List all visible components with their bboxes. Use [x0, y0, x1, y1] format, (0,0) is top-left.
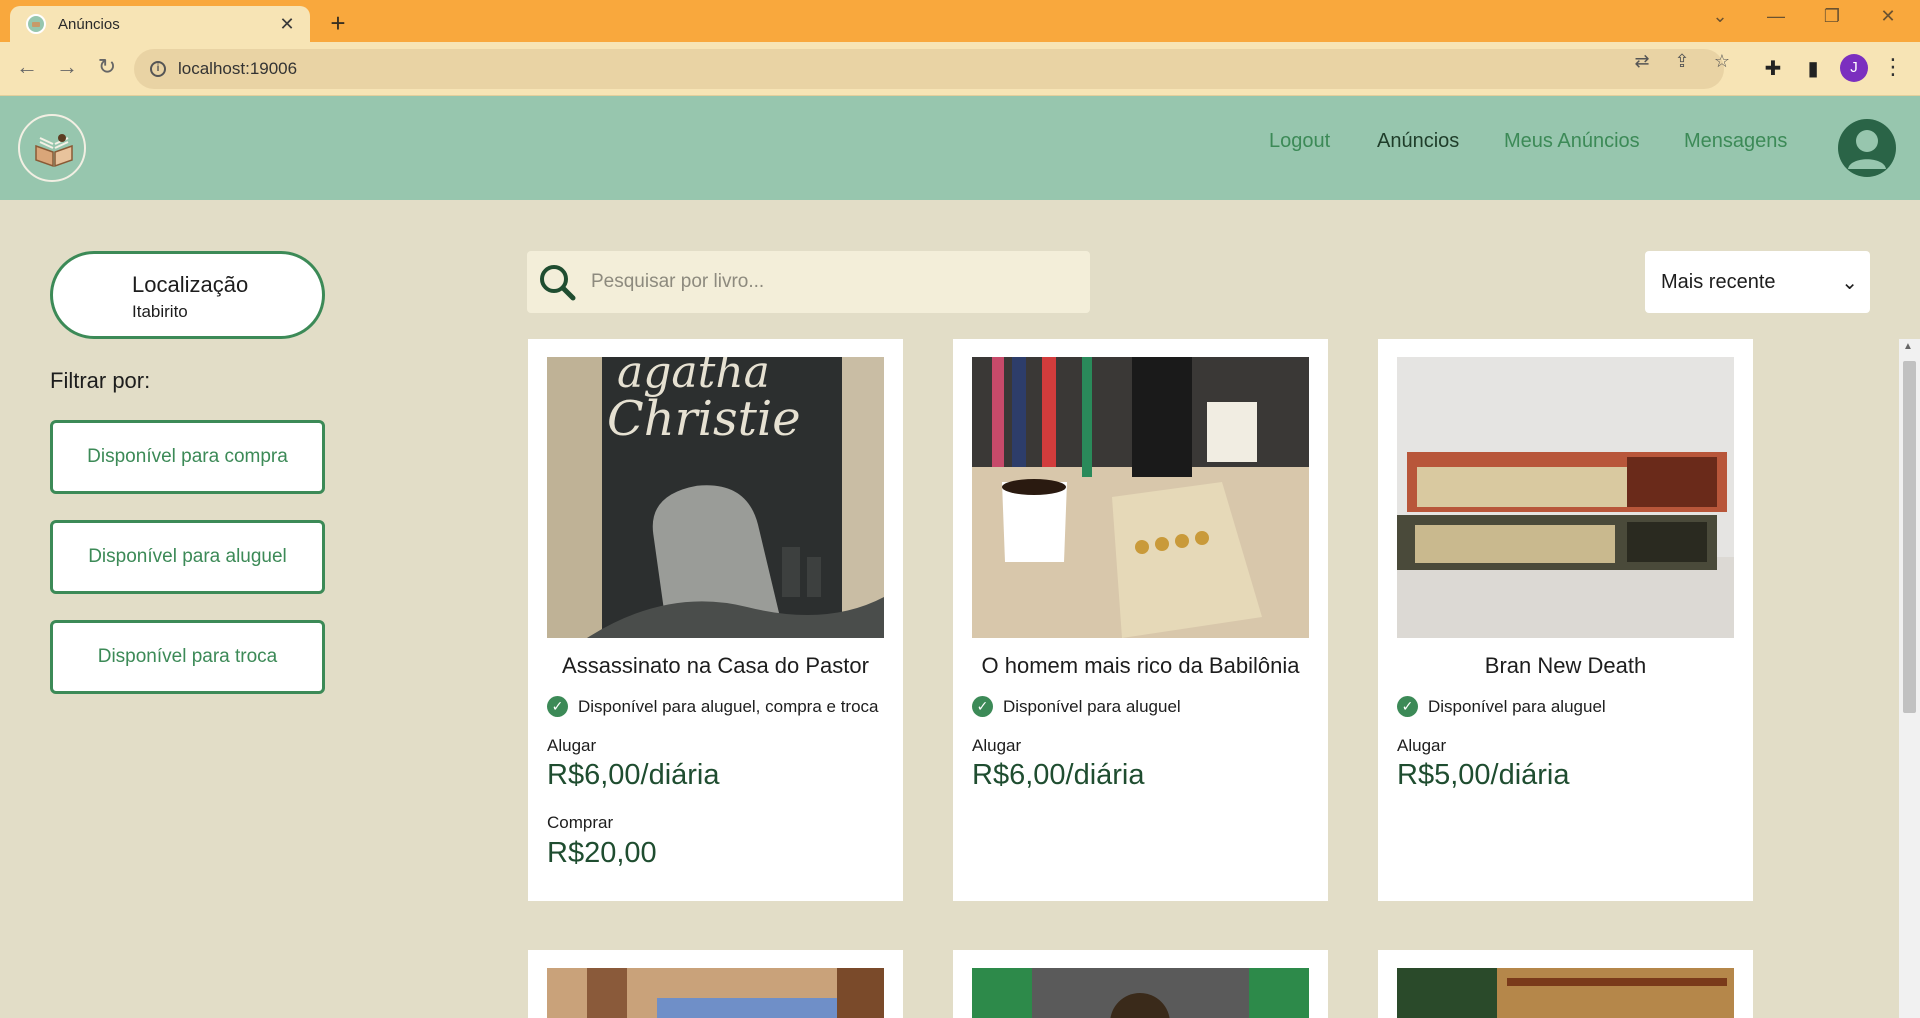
filter-heading: Filtrar por: — [50, 368, 151, 393]
filter-aluguel-button[interactable]: Disponível para aluguel — [50, 520, 325, 594]
browser-toolbar: ← → ↻ i localhost:19006 ⇄ ⇪ ☆ ✚ ▮ J ⋮ — [0, 42, 1920, 96]
book-cover-image: agatha Christie — [547, 357, 884, 638]
check-circle-icon: ✓ — [1397, 696, 1418, 717]
open-book-icon — [35, 134, 73, 168]
search-input[interactable] — [591, 271, 1071, 293]
filter-troca-button[interactable]: Disponível para troca — [50, 620, 325, 694]
tab-title: Anúncios — [58, 15, 120, 33]
filter-compra-button[interactable]: Disponível para compra — [50, 420, 325, 494]
profile-avatar[interactable]: J — [1840, 54, 1868, 82]
availability-text: Disponível para aluguel, compra e troca — [578, 696, 879, 716]
tab-list-icon[interactable]: ⌄ — [1700, 6, 1740, 27]
book-cover-image — [972, 357, 1309, 638]
listing-availability: ✓ Disponível para aluguel, compra e troc… — [547, 696, 879, 717]
share-icon[interactable]: ⇪ — [1670, 51, 1694, 72]
browser-tabbar: Anúncios ✕ + ⌄ — ❐ ✕ — [0, 0, 1920, 42]
location-selector[interactable]: Localização Itabirito — [50, 251, 325, 339]
search-bar — [527, 251, 1090, 313]
listing-card[interactable] — [528, 950, 903, 1018]
sort-select[interactable]: Mais recente ⌄ — [1645, 251, 1870, 313]
nav-anuncios[interactable]: Anúncios — [1377, 130, 1459, 153]
bookmark-star-icon[interactable]: ☆ — [1710, 51, 1734, 72]
location-title: Localização — [132, 272, 249, 297]
browser-tab[interactable]: Anúncios ✕ — [10, 6, 310, 42]
scrollbar-thumb[interactable] — [1903, 361, 1916, 713]
listing-card[interactable] — [1378, 950, 1753, 1018]
tab-favicon-icon — [26, 14, 46, 34]
sort-selected-value: Mais recente — [1661, 270, 1776, 293]
side-panel-icon[interactable]: ▮ — [1800, 56, 1826, 81]
book-cover-image — [547, 968, 884, 1018]
check-circle-icon: ✓ — [547, 696, 568, 717]
browser-menu-icon[interactable]: ⋮ — [1882, 54, 1904, 80]
logo[interactable] — [18, 114, 86, 182]
listing-card[interactable]: agatha Christie Assassinato na Casa do P… — [528, 339, 903, 901]
rent-label: Alugar — [972, 736, 1022, 755]
availability-text: Disponível para aluguel — [1428, 696, 1606, 716]
site-header: Logout Anúncios Meus Anúncios Mensagens — [0, 96, 1920, 200]
search-icon[interactable] — [537, 262, 577, 302]
listing-card[interactable] — [953, 950, 1328, 1018]
new-tab-button[interactable]: + — [324, 8, 352, 39]
reload-icon[interactable]: ↻ — [92, 54, 122, 80]
location-city: Itabirito — [132, 302, 188, 321]
buy-price: R$20,00 — [547, 837, 657, 869]
url-text: localhost:19006 — [178, 59, 298, 78]
chevron-down-icon: ⌄ — [1841, 271, 1858, 294]
minimize-button[interactable]: — — [1756, 6, 1796, 27]
nav-mensagens[interactable]: Mensagens — [1684, 130, 1787, 153]
site-info-icon[interactable]: i — [150, 61, 166, 77]
svg-text:Christie: Christie — [607, 391, 801, 447]
scroll-up-icon[interactable]: ▲ — [1903, 341, 1913, 352]
listing-title: Bran New Death — [1484, 653, 1647, 678]
buy-label: Comprar — [547, 813, 614, 832]
close-window-button[interactable]: ✕ — [1868, 6, 1908, 27]
user-circle-icon[interactable] — [1838, 119, 1896, 177]
back-icon[interactable]: ← — [12, 54, 42, 80]
forward-icon[interactable]: → — [52, 54, 82, 80]
tab-close-icon[interactable]: ✕ — [276, 14, 298, 35]
rent-price: R$5,00/diária — [1397, 759, 1570, 791]
check-circle-icon: ✓ — [972, 696, 993, 717]
listing-card[interactable]: O homem mais rico da Babilônia ✓ Disponí… — [953, 339, 1328, 901]
rent-label: Alugar — [547, 736, 597, 755]
rent-price: R$6,00/diária — [547, 759, 720, 791]
book-cover-image — [1397, 968, 1734, 1018]
book-cover-image — [972, 968, 1309, 1018]
restore-button[interactable]: ❐ — [1812, 6, 1852, 27]
book-cover-image — [1397, 357, 1734, 638]
rent-label: Alugar — [1397, 736, 1447, 755]
address-bar[interactable]: i localhost:19006 — [134, 49, 1724, 89]
listing-availability: ✓ Disponível para aluguel — [972, 696, 1181, 717]
extensions-icon[interactable]: ✚ — [1760, 56, 1786, 81]
translate-icon[interactable]: ⇄ — [1630, 51, 1654, 72]
page-scrollbar[interactable]: ▲ — [1899, 339, 1920, 1018]
nav-meus-anuncios[interactable]: Meus Anúncios — [1504, 130, 1640, 153]
listing-availability: ✓ Disponível para aluguel — [1397, 696, 1606, 717]
rent-price: R$6,00/diária — [972, 759, 1145, 791]
availability-text: Disponível para aluguel — [1003, 696, 1181, 716]
nav-logout[interactable]: Logout — [1269, 130, 1330, 153]
listing-title: O homem mais rico da Babilônia — [981, 653, 1300, 678]
listing-card[interactable]: Bran New Death ✓ Disponível para aluguel… — [1378, 339, 1753, 901]
listing-title: Assassinato na Casa do Pastor — [562, 653, 869, 678]
